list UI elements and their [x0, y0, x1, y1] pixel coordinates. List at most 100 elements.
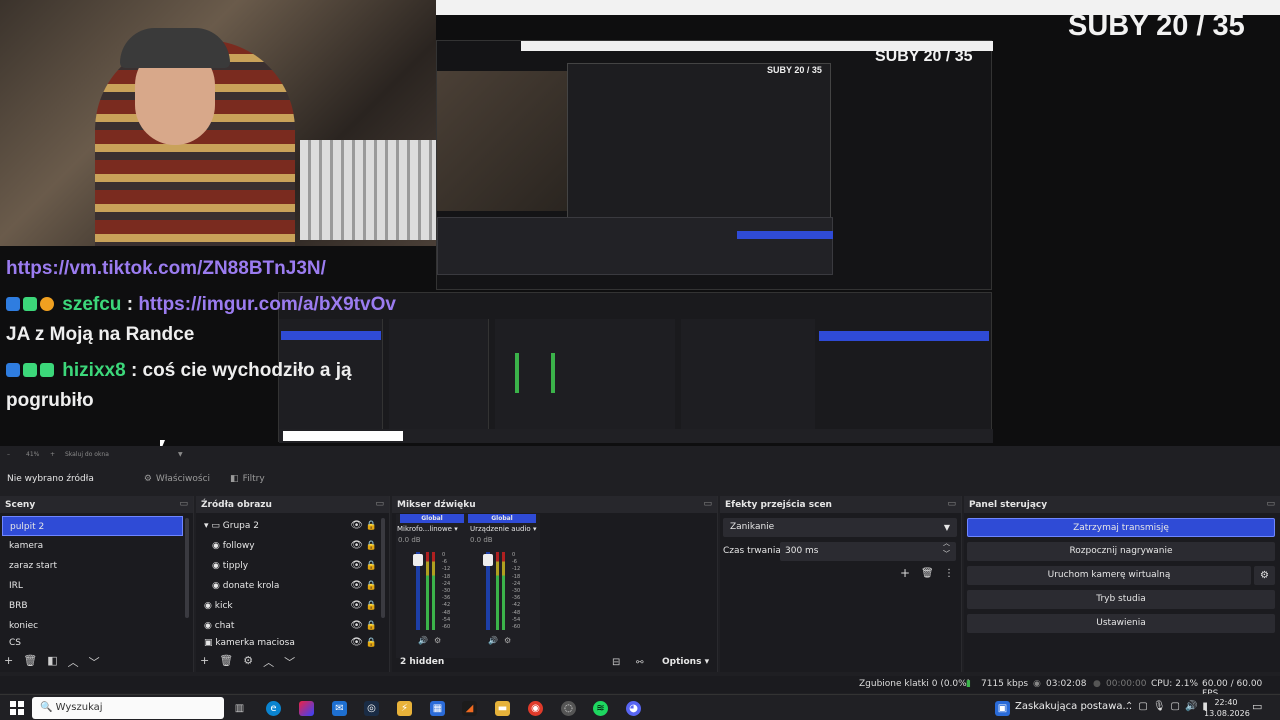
scenes-scrollbar[interactable]: [185, 518, 189, 618]
chevron-down-icon[interactable]: ▾: [533, 525, 537, 533]
source-item[interactable]: ▣ kamerka maciosa 👁 🔒: [196, 636, 389, 650]
filters-button[interactable]: ◧ Filtry: [230, 474, 265, 484]
eye-icon[interactable]: 👁: [350, 516, 363, 536]
channel-settings-icon[interactable]: ⚙: [434, 636, 441, 645]
lock-icon[interactable]: 🔒: [366, 556, 377, 576]
scene-item[interactable]: IRL: [2, 576, 183, 596]
scene-item[interactable]: kamera: [2, 536, 183, 556]
source-item[interactable]: ◉ chat 👁 🔒: [196, 616, 389, 636]
notification-text[interactable]: Zaskakująca postawa...: [1015, 701, 1132, 712]
undock-icon[interactable]: ▭: [179, 499, 188, 509]
zoom-out-button[interactable]: –: [7, 451, 10, 458]
source-item[interactable]: ▾ ▭ Grupa 2 👁 🔒: [196, 516, 389, 536]
source-item[interactable]: ◉ followy 👁 🔒: [196, 536, 389, 556]
studio-mode-button[interactable]: Tryb studia: [967, 590, 1275, 609]
transition-select[interactable]: Zanikanie ▼: [723, 518, 957, 537]
undock-icon[interactable]: ▭: [1266, 499, 1275, 509]
gear-icon[interactable]: ⚙: [1254, 566, 1275, 585]
clock[interactable]: 22:40 13.08.2026: [1204, 697, 1250, 719]
speaker-icon[interactable]: 🔊: [418, 636, 428, 645]
lock-icon[interactable]: 🔒: [366, 576, 377, 596]
channel-settings-icon[interactable]: ⚙: [504, 636, 511, 645]
eye-icon[interactable]: 👁: [350, 636, 363, 650]
taskbar-search[interactable]: 🔍 Wyszukaj: [32, 697, 224, 719]
notification-center-icon[interactable]: ▭: [1252, 700, 1262, 713]
zoom-fit-label[interactable]: Skaluj do okna: [65, 451, 109, 458]
chevron-down-icon[interactable]: ▾: [204, 521, 209, 531]
spotify-icon[interactable]: ≋: [593, 701, 608, 716]
virtual-camera-button[interactable]: Uruchom kamerę wirtualną: [967, 566, 1251, 585]
obs-icon[interactable]: ◌: [561, 701, 576, 716]
chat-link-imgur[interactable]: https://imgur.com/a/bX9tvOv: [138, 294, 396, 315]
spin-down-icon[interactable]: ﹀: [943, 549, 950, 559]
trash-icon[interactable]: 🗑: [219, 654, 233, 670]
lock-icon[interactable]: 🔒: [366, 536, 377, 556]
hidden-count[interactable]: 2 hidden: [400, 657, 444, 667]
eye-icon[interactable]: 👁: [350, 556, 363, 576]
lock-icon[interactable]: 🔒: [366, 616, 377, 636]
task-view-icon[interactable]: ▥: [232, 701, 247, 716]
eye-icon[interactable]: 👁: [350, 536, 363, 556]
volume-slider-handle[interactable]: [413, 554, 423, 566]
properties-button[interactable]: ⚙ Właściwości: [144, 474, 210, 484]
volume-slider-handle[interactable]: [483, 554, 493, 566]
undock-icon[interactable]: ▭: [947, 499, 956, 509]
spin-up-icon[interactable]: ︿: [943, 538, 950, 548]
trash-icon[interactable]: 🗑: [23, 654, 37, 670]
stop-stream-button[interactable]: Zatrzymaj transmisję: [967, 518, 1275, 537]
start-recording-button[interactable]: Rozpocznij nagrywanie: [967, 542, 1275, 561]
settings-button[interactable]: Ustawienia: [967, 614, 1275, 633]
add-icon[interactable]: +: [4, 654, 13, 670]
lock-icon[interactable]: 🔒: [366, 516, 377, 536]
duration-input[interactable]: 300 ms ︿ ﹀: [780, 539, 956, 561]
link-icon[interactable]: ⚯: [636, 658, 644, 668]
edge-icon[interactable]: e: [266, 701, 281, 716]
add-icon[interactable]: +: [200, 654, 209, 670]
source-item[interactable]: ◉ kick 👁 🔒: [196, 596, 389, 616]
scene-item[interactable]: koniec: [2, 616, 183, 636]
copilot-icon[interactable]: [299, 701, 314, 716]
source-item[interactable]: ◉ tipply 👁 🔒: [196, 556, 389, 576]
lock-icon[interactable]: 🔒: [366, 596, 377, 616]
eye-icon[interactable]: 👁: [350, 616, 363, 636]
undock-icon[interactable]: ▭: [703, 499, 712, 509]
undock-icon[interactable]: ▭: [375, 499, 384, 509]
eye-icon[interactable]: 👁: [350, 576, 363, 596]
chevron-up-icon[interactable]: ︿: [263, 654, 274, 670]
trash-icon[interactable]: 🗑: [921, 568, 934, 579]
filter-icon[interactable]: ◧: [47, 654, 57, 670]
lock-icon[interactable]: 🔒: [366, 636, 377, 650]
speaker-icon[interactable]: 🔊: [488, 636, 498, 645]
chrome-icon[interactable]: ◉: [528, 701, 543, 716]
channel-name[interactable]: Urządzenie audio ▾: [468, 525, 536, 533]
discord-icon[interactable]: ◕: [626, 701, 641, 716]
layout-icon[interactable]: ⊟: [612, 657, 620, 668]
steam-icon[interactable]: ◎: [364, 701, 379, 716]
app-icon[interactable]: ◢: [462, 701, 477, 716]
chevron-down-icon[interactable]: ﹀: [284, 654, 295, 670]
scene-item[interactable]: pulpit 2: [2, 516, 183, 536]
chat-link-tiktok[interactable]: https://vm.tiktok.com/ZN88BTnJ3N/: [6, 258, 326, 279]
scene-item[interactable]: CS: [2, 636, 183, 650]
more-icon[interactable]: ⋮: [944, 568, 954, 579]
zoom-in-button[interactable]: +: [50, 451, 55, 458]
chevron-down-icon[interactable]: ▾: [454, 525, 458, 533]
mail-icon[interactable]: ✉: [332, 701, 347, 716]
chevron-down-icon[interactable]: ﹀: [89, 654, 100, 670]
add-icon[interactable]: +: [900, 566, 910, 580]
scene-item[interactable]: zaraz start: [2, 556, 183, 576]
folder-icon[interactable]: ▬: [495, 701, 510, 716]
source-item[interactable]: ◉ donate krola 👁 🔒: [196, 576, 389, 596]
chevron-down-icon[interactable]: ▼: [178, 451, 183, 458]
app-icon[interactable]: ⚡: [397, 701, 412, 716]
options-button[interactable]: Options ▾: [662, 657, 709, 667]
store-icon[interactable]: ▦: [430, 701, 445, 716]
chevron-up-icon[interactable]: ︿: [68, 654, 79, 670]
sources-scrollbar[interactable]: [381, 518, 385, 618]
gear-icon[interactable]: ⚙: [243, 654, 253, 670]
tray-icons[interactable]: ⌃▢🎙▢🔊▮: [1125, 701, 1213, 712]
scene-item[interactable]: BRB: [2, 596, 183, 616]
eye-icon[interactable]: 👁: [350, 596, 363, 616]
news-icon[interactable]: ▣: [995, 701, 1010, 716]
windows-start-icon[interactable]: [10, 701, 24, 715]
